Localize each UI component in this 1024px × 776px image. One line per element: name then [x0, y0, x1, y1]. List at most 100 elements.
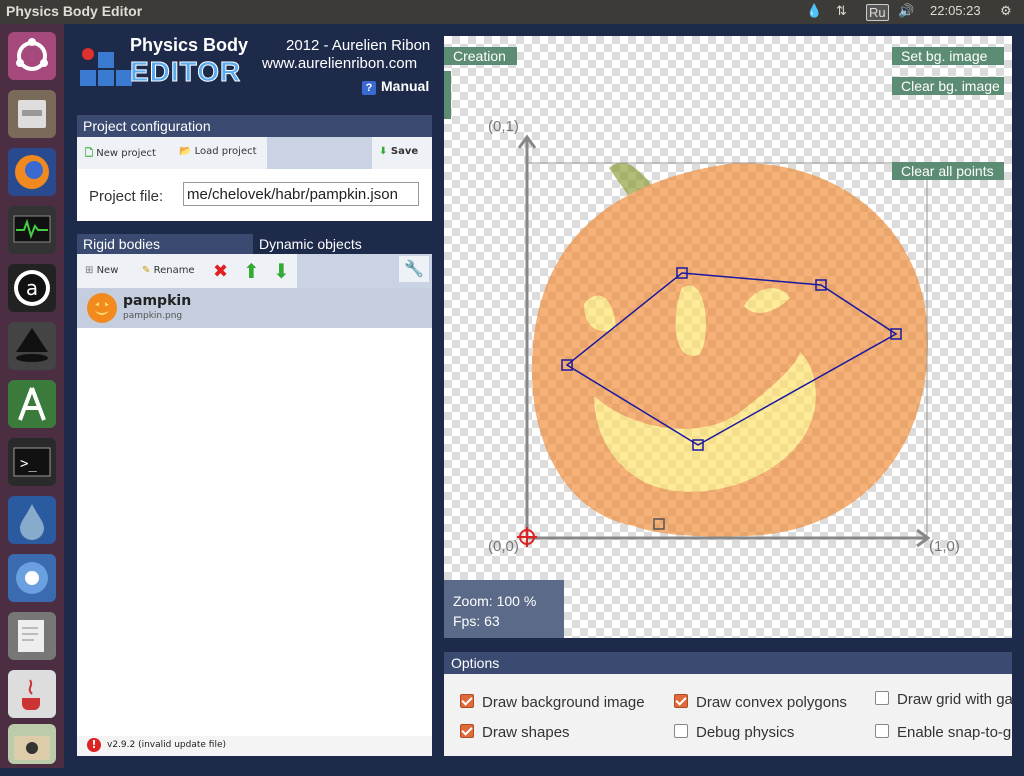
volume-icon[interactable]: 🔊	[898, 3, 914, 19]
draw-shapes-label: Draw shapes	[482, 724, 570, 741]
svg-text:a: a	[26, 276, 38, 300]
folder-icon: 📂	[179, 146, 192, 157]
load-project-label: Load project	[194, 146, 257, 157]
new-body-button[interactable]: ⊞ New	[85, 265, 118, 276]
checkbox-icon	[674, 724, 688, 738]
manual-label: Manual	[381, 78, 430, 94]
bodies-toolbar: ⊞ New ✎ Rename ✖ ⬆ ⬇ 🔧	[77, 254, 432, 288]
gear-icon[interactable]: ⚙	[1000, 3, 1012, 19]
options-header: Options	[444, 652, 1012, 674]
android-studio-icon[interactable]	[8, 380, 56, 428]
launcher: a >_	[0, 24, 64, 768]
checkbox-icon	[460, 694, 474, 708]
transfer-icon[interactable]: ⇅	[836, 3, 847, 19]
help-icon: ?	[362, 81, 376, 95]
bodies-list: pampkin pampkin.png	[77, 288, 432, 736]
storage-icon[interactable]	[8, 724, 56, 764]
snap-to-grid-label: Enable snap-to-g	[897, 724, 1012, 741]
deluge-icon[interactable]	[8, 496, 56, 544]
rename-label: Rename	[153, 265, 195, 276]
system-monitor-icon[interactable]	[8, 206, 56, 254]
new-project-button[interactable]: 🗋 New project	[85, 146, 156, 163]
tab-rigid-bodies[interactable]: Rigid bodies	[77, 234, 253, 254]
draw-convex-label: Draw convex polygons	[696, 694, 847, 711]
window-title: Physics Body Editor	[6, 3, 143, 19]
rename-button[interactable]: ✎ Rename	[142, 265, 195, 276]
canvas-info-panel: Zoom: 100 % Fps: 63	[444, 580, 564, 638]
ubuntu-icon[interactable]	[8, 32, 56, 80]
terminal-icon[interactable]: >_	[8, 438, 56, 486]
version-text: v2.9.2 (invalid update file)	[107, 740, 227, 750]
save-label: Save	[390, 146, 419, 157]
manual-button[interactable]: ? Manual	[362, 78, 429, 95]
logo-editor: EDITOR	[129, 56, 242, 88]
chromium-icon[interactable]	[8, 554, 56, 602]
load-project-button[interactable]: 📂 Load project	[179, 146, 257, 157]
draw-grid-label: Draw grid with ga	[897, 691, 1013, 708]
snap-to-grid-checkbox[interactable]: Enable snap-to-g	[875, 724, 1011, 741]
arrow-up-icon[interactable]: ⬆	[243, 259, 260, 283]
clear-all-points-button[interactable]: Clear all points	[892, 162, 1004, 180]
new-project-label: New project	[96, 148, 156, 159]
checkbox-icon	[460, 724, 474, 738]
mode-strip	[444, 71, 451, 119]
svg-text:>_: >_	[20, 456, 37, 472]
tab-dynamic-objects[interactable]: Dynamic objects	[253, 234, 432, 254]
a-icon[interactable]: a	[8, 264, 56, 312]
axis-label-x: (1,0)	[929, 538, 960, 555]
download-icon: ⬇	[379, 146, 388, 157]
new-document-icon: 🗋	[85, 148, 94, 159]
draw-bg-image-label: Draw background image	[482, 694, 645, 711]
axis-label-origin: (0,0)	[488, 538, 519, 555]
top-panel: Physics Body Editor 💧 ⇅ Ru 🔊 22:05:23 ⚙	[0, 0, 1024, 24]
app-logo	[78, 36, 132, 90]
inkscape-icon[interactable]	[8, 322, 56, 370]
canvas-drawing	[517, 134, 931, 548]
plus-icon: ⊞	[85, 265, 94, 276]
network-icon[interactable]: 💧	[806, 3, 822, 19]
clear-bg-image-button[interactable]: Clear bg. image	[892, 77, 1004, 95]
pumpkin-thumbnail-icon	[87, 293, 117, 323]
debug-physics-checkbox[interactable]: Debug physics	[674, 724, 794, 741]
clock[interactable]: 22:05:23	[930, 3, 981, 18]
firefox-icon[interactable]	[8, 148, 56, 196]
java-icon[interactable]	[8, 670, 56, 718]
project-config-header: Project configuration	[77, 115, 432, 137]
options-panel: Draw background image Draw convex polygo…	[444, 674, 1013, 756]
body-file: pampkin.png	[123, 311, 183, 321]
wrench-icon[interactable]: 🔧	[399, 256, 429, 282]
checkbox-icon	[674, 694, 688, 708]
creation-mode-button[interactable]: Creation	[444, 47, 517, 65]
files-icon[interactable]	[8, 90, 56, 138]
zoom-readout: Zoom: 100 %	[453, 593, 537, 609]
checkbox-icon	[875, 724, 889, 738]
project-file-label: Project file:	[89, 188, 164, 205]
body-name: pampkin	[123, 293, 192, 309]
arrow-down-icon[interactable]: ⬇	[273, 259, 290, 283]
new-body-label: New	[96, 265, 119, 276]
site-link[interactable]: www.aurelienribon.com	[262, 55, 417, 72]
draw-bg-image-checkbox[interactable]: Draw background image	[460, 694, 645, 711]
status-bar: ! v2.9.2 (invalid update file)	[77, 736, 432, 756]
credit-text: 2012 - Aurelien Ribon	[286, 37, 431, 54]
list-item[interactable]: pampkin pampkin.png	[77, 288, 432, 328]
project-config-panel: 🗋 New project 📂 Load project ⬇ Save Proj…	[77, 137, 432, 221]
pencil-icon: ✎	[142, 265, 151, 276]
delete-icon[interactable]: ✖	[213, 261, 228, 282]
text-editor-icon[interactable]	[8, 612, 56, 660]
checkbox-icon	[875, 691, 889, 705]
set-bg-image-button[interactable]: Set bg. image	[892, 47, 1004, 65]
debug-physics-label: Debug physics	[696, 724, 795, 741]
editor-canvas[interactable]: Creation Set bg. image Clear bg. image C…	[444, 36, 1012, 638]
axis-label-y: (0,1)	[488, 118, 519, 135]
draw-grid-checkbox[interactable]: Draw grid with ga	[875, 691, 1013, 708]
error-icon: !	[87, 738, 101, 752]
project-file-input[interactable]	[183, 182, 419, 206]
logo-title: Physics Body	[130, 35, 249, 55]
save-button[interactable]: ⬇ Save	[379, 146, 418, 157]
draw-convex-checkbox[interactable]: Draw convex polygons	[674, 694, 847, 711]
fps-readout: Fps: 63	[453, 613, 500, 629]
toolbar-spacer	[267, 137, 372, 169]
keyboard-layout-indicator[interactable]: Ru	[866, 4, 889, 21]
draw-shapes-checkbox[interactable]: Draw shapes	[460, 724, 570, 741]
